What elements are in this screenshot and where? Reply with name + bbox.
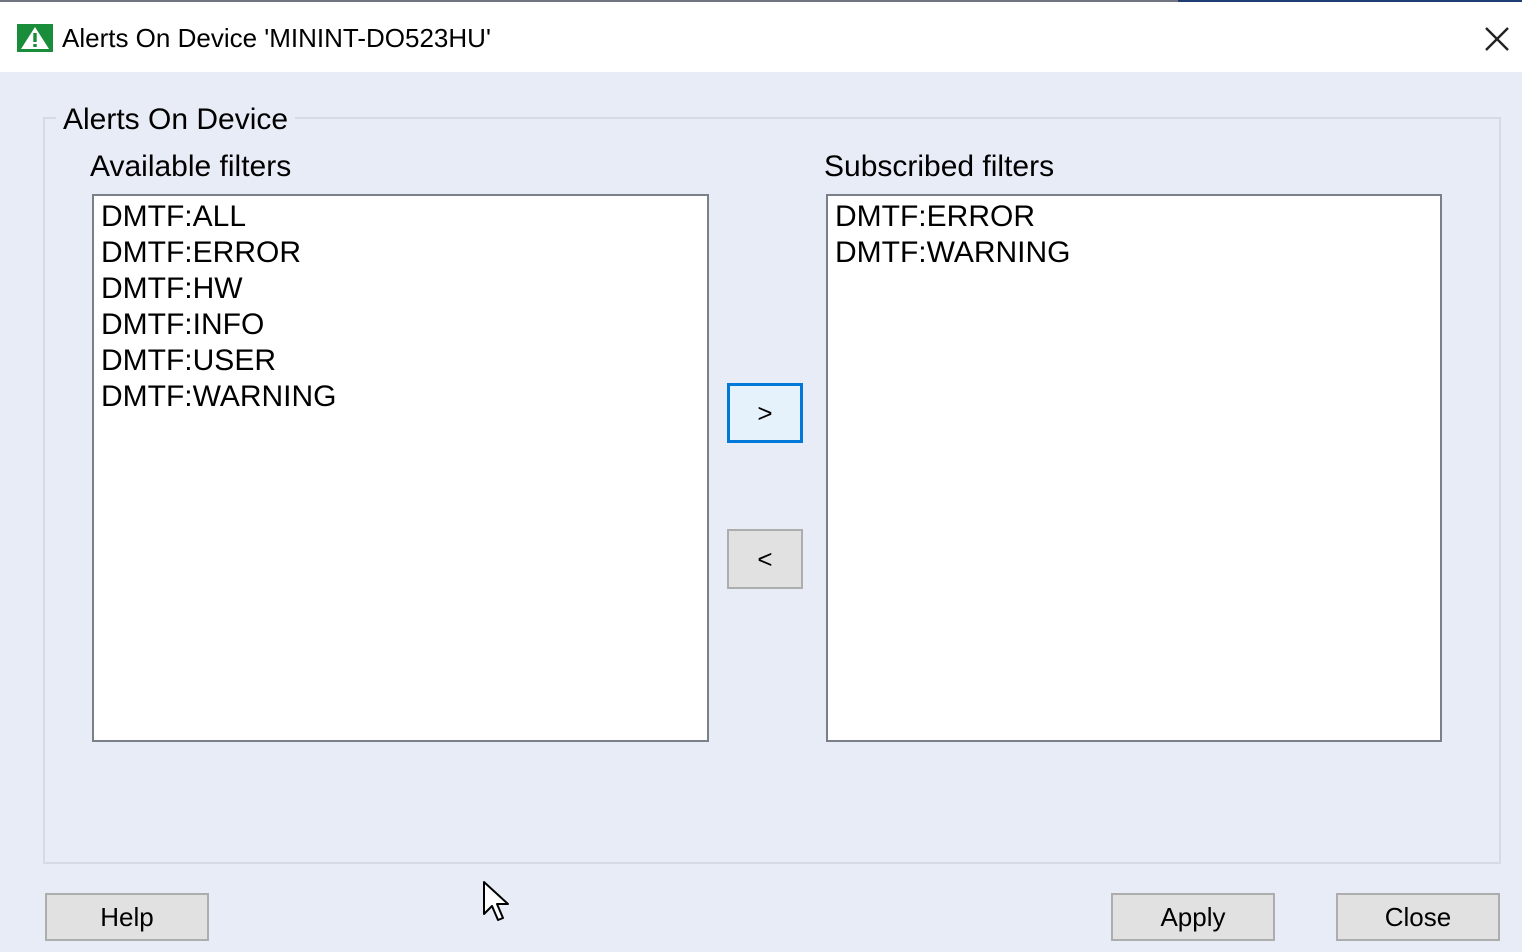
close-button[interactable]: Close [1336,893,1500,941]
list-item[interactable]: DMTF:WARNING [101,379,700,415]
close-icon[interactable] [1476,18,1518,60]
add-filter-button[interactable]: > [727,383,803,443]
available-filters-label: Available filters [90,150,292,183]
list-item[interactable]: DMTF:HW [101,271,700,307]
list-item[interactable]: DMTF:INFO [101,307,700,343]
apply-button[interactable]: Apply [1111,893,1275,941]
available-filters-list[interactable]: DMTF:ALL DMTF:ERROR DMTF:HW DMTF:INFO DM… [92,194,709,742]
list-item[interactable]: DMTF:ALL [101,199,700,235]
remove-filter-button[interactable]: < [727,529,803,589]
list-item[interactable]: DMTF:USER [101,343,700,379]
title-bar: Alerts On Device 'MININT-DO523HU' [0,2,1522,72]
list-item[interactable]: DMTF:WARNING [835,235,1433,271]
warning-triangle-icon [17,24,53,52]
subscribed-filters-label: Subscribed filters [824,150,1055,183]
group-legend: Alerts On Device [56,100,296,140]
mouse-pointer-icon [483,881,509,921]
list-item[interactable]: DMTF:ERROR [835,199,1433,235]
subscribed-filters-list[interactable]: DMTF:ERROR DMTF:WARNING [826,194,1442,742]
window-title: Alerts On Device 'MININT-DO523HU' [62,23,491,53]
help-button[interactable]: Help [45,893,209,941]
list-item[interactable]: DMTF:ERROR [101,235,700,271]
